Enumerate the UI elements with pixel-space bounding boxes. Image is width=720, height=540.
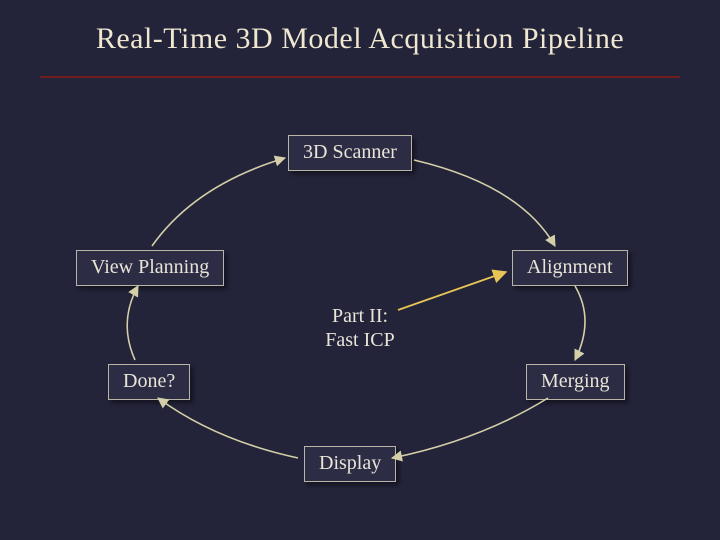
node-scanner: 3D Scanner: [288, 135, 412, 171]
slide: Real-Time 3D Model Acquisition Pipeline …: [0, 0, 720, 540]
node-planning: View Planning: [76, 250, 224, 286]
center-label-line1: Part II:: [332, 305, 388, 327]
slide-title: Real-Time 3D Model Acquisition Pipeline: [0, 22, 720, 56]
node-merging: Merging: [526, 364, 625, 400]
arrow-merging-display: [392, 398, 548, 458]
node-alignment: Alignment: [512, 250, 628, 286]
arrow-planning-scanner: [152, 158, 285, 246]
node-display: Display: [304, 446, 396, 482]
arrow-alignment-merging: [575, 286, 585, 360]
arrow-display-done: [158, 398, 298, 458]
title-underline: [40, 76, 680, 78]
center-label: Part II: Fast ICP: [300, 304, 420, 352]
arrow-scanner-alignment: [414, 160, 555, 246]
node-done: Done?: [108, 364, 190, 400]
center-label-line2: Fast ICP: [300, 328, 420, 352]
arrow-done-planning: [127, 286, 138, 360]
